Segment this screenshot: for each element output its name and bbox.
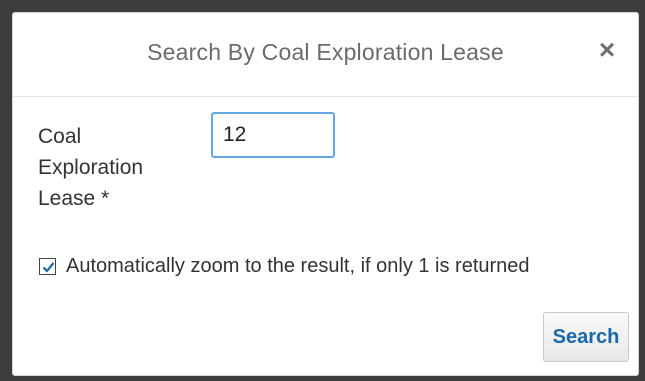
- check-icon: [42, 261, 55, 273]
- coal-exploration-lease-input[interactable]: [211, 112, 335, 158]
- search-dialog: Search By Coal Exploration Lease × Coal …: [12, 12, 639, 376]
- auto-zoom-checkbox[interactable]: [39, 257, 56, 275]
- search-button[interactable]: Search: [543, 312, 629, 362]
- dialog-header: Search By Coal Exploration Lease ×: [13, 13, 638, 97]
- close-icon[interactable]: ×: [594, 36, 620, 64]
- auto-zoom-option[interactable]: Automatically zoom to the result, if onl…: [39, 251, 530, 281]
- auto-zoom-label: Automatically zoom to the result, if onl…: [66, 254, 530, 277]
- coal-exploration-lease-label: Coal Exploration Lease *: [38, 125, 144, 210]
- dialog-title: Search By Coal Exploration Lease: [147, 39, 504, 65]
